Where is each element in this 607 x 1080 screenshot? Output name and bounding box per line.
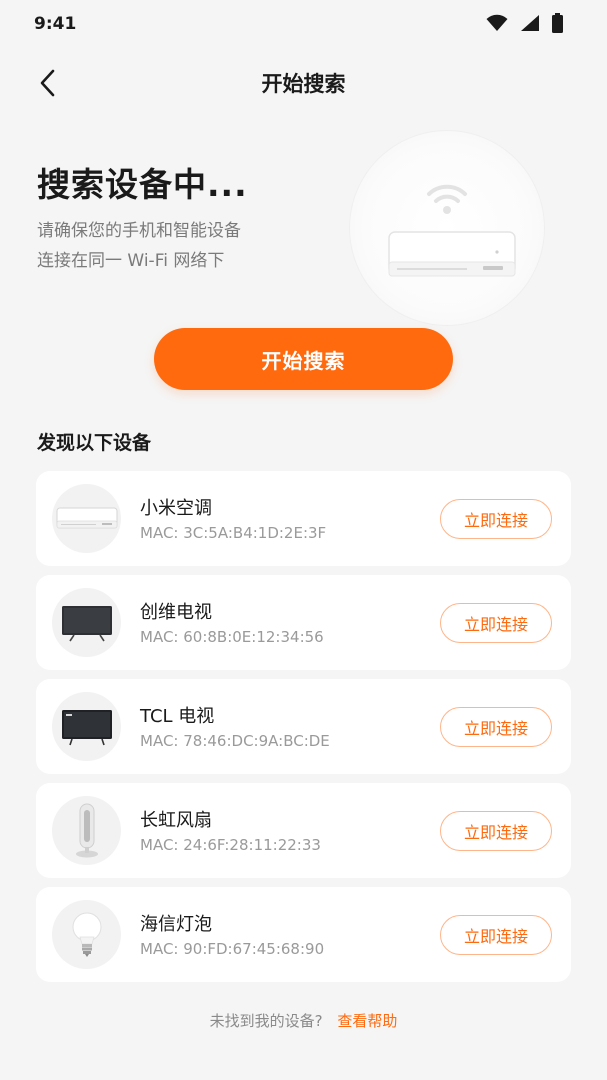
device-mac-address: MAC: 78:46:DC:9A:BC:DE xyxy=(140,732,330,750)
connect-button[interactable]: 立即连接 xyxy=(440,603,552,643)
device-thumbnail xyxy=(52,796,121,865)
view-help-link[interactable]: 查看帮助 xyxy=(337,1012,397,1030)
tv-icon xyxy=(61,605,112,641)
device-list: 小米空调 MAC: 3C:5A:B4:1D:2E:3F 立即连接 创维电视 MA… xyxy=(36,471,571,991)
tower-fan-icon xyxy=(75,803,98,857)
light-bulb-icon xyxy=(72,912,101,957)
searching-title: 搜索设备中... xyxy=(37,165,248,204)
page-title: 开始搜索 xyxy=(261,72,346,96)
instruction-line-2: 连接在同一 Wi-Fi 网络下 xyxy=(37,251,225,271)
device-thumbnail xyxy=(52,484,121,553)
connect-button[interactable]: 立即连接 xyxy=(440,915,552,955)
status-icons xyxy=(486,13,563,33)
device-name: TCL 电视 xyxy=(140,706,215,727)
screen: 9:41 开始搜索 搜索设备中... 请确保您的手机和智能设备 连接在同一 Wi… xyxy=(0,0,607,1080)
air-conditioner-icon xyxy=(56,507,117,528)
connect-button[interactable]: 立即连接 xyxy=(440,811,552,851)
connect-button[interactable]: 立即连接 xyxy=(440,499,552,539)
status-time: 9:41 xyxy=(34,14,77,34)
device-card: 海信灯泡 MAC: 90:FD:67:45:68:90 立即连接 xyxy=(36,887,571,982)
device-mac-address: MAC: 90:FD:67:45:68:90 xyxy=(140,940,325,958)
discovered-devices-heading: 发现以下设备 xyxy=(37,432,152,454)
status-bar: 9:41 xyxy=(0,0,607,48)
searching-illustration xyxy=(349,130,545,326)
device-name: 海信灯泡 xyxy=(140,914,212,935)
footer-help: 未找到我的设备? 查看帮助 xyxy=(0,1010,607,1031)
cellular-signal-icon xyxy=(521,15,539,31)
device-thumbnail xyxy=(52,692,121,761)
navigation-bar: 开始搜索 xyxy=(0,56,607,108)
device-not-found-hint: 未找到我的设备? xyxy=(209,1012,323,1030)
instruction-line-1: 请确保您的手机和智能设备 xyxy=(37,221,241,241)
wifi-signal-icon xyxy=(427,184,467,214)
device-mac-address: MAC: 3C:5A:B4:1D:2E:3F xyxy=(140,524,327,542)
device-card: 创维电视 MAC: 60:8B:0E:12:34:56 立即连接 xyxy=(36,575,571,670)
tv-icon xyxy=(61,709,112,745)
battery-icon xyxy=(552,13,563,33)
device-card: 小米空调 MAC: 3C:5A:B4:1D:2E:3F 立即连接 xyxy=(36,471,571,566)
device-thumbnail xyxy=(52,588,121,657)
air-conditioner-icon xyxy=(388,231,516,277)
device-name: 创维电视 xyxy=(140,602,212,623)
device-mac-address: MAC: 60:8B:0E:12:34:56 xyxy=(140,628,324,646)
connect-button[interactable]: 立即连接 xyxy=(440,707,552,747)
device-card: 长虹风扇 MAC: 24:6F:28:11:22:33 立即连接 xyxy=(36,783,571,878)
device-name: 小米空调 xyxy=(140,498,212,519)
device-name: 长虹风扇 xyxy=(140,810,212,831)
device-thumbnail xyxy=(52,900,121,969)
device-mac-address: MAC: 24:6F:28:11:22:33 xyxy=(140,836,321,854)
wifi-icon xyxy=(486,14,508,31)
device-card: TCL 电视 MAC: 78:46:DC:9A:BC:DE 立即连接 xyxy=(36,679,571,774)
start-search-button[interactable]: 开始搜索 xyxy=(154,328,453,390)
